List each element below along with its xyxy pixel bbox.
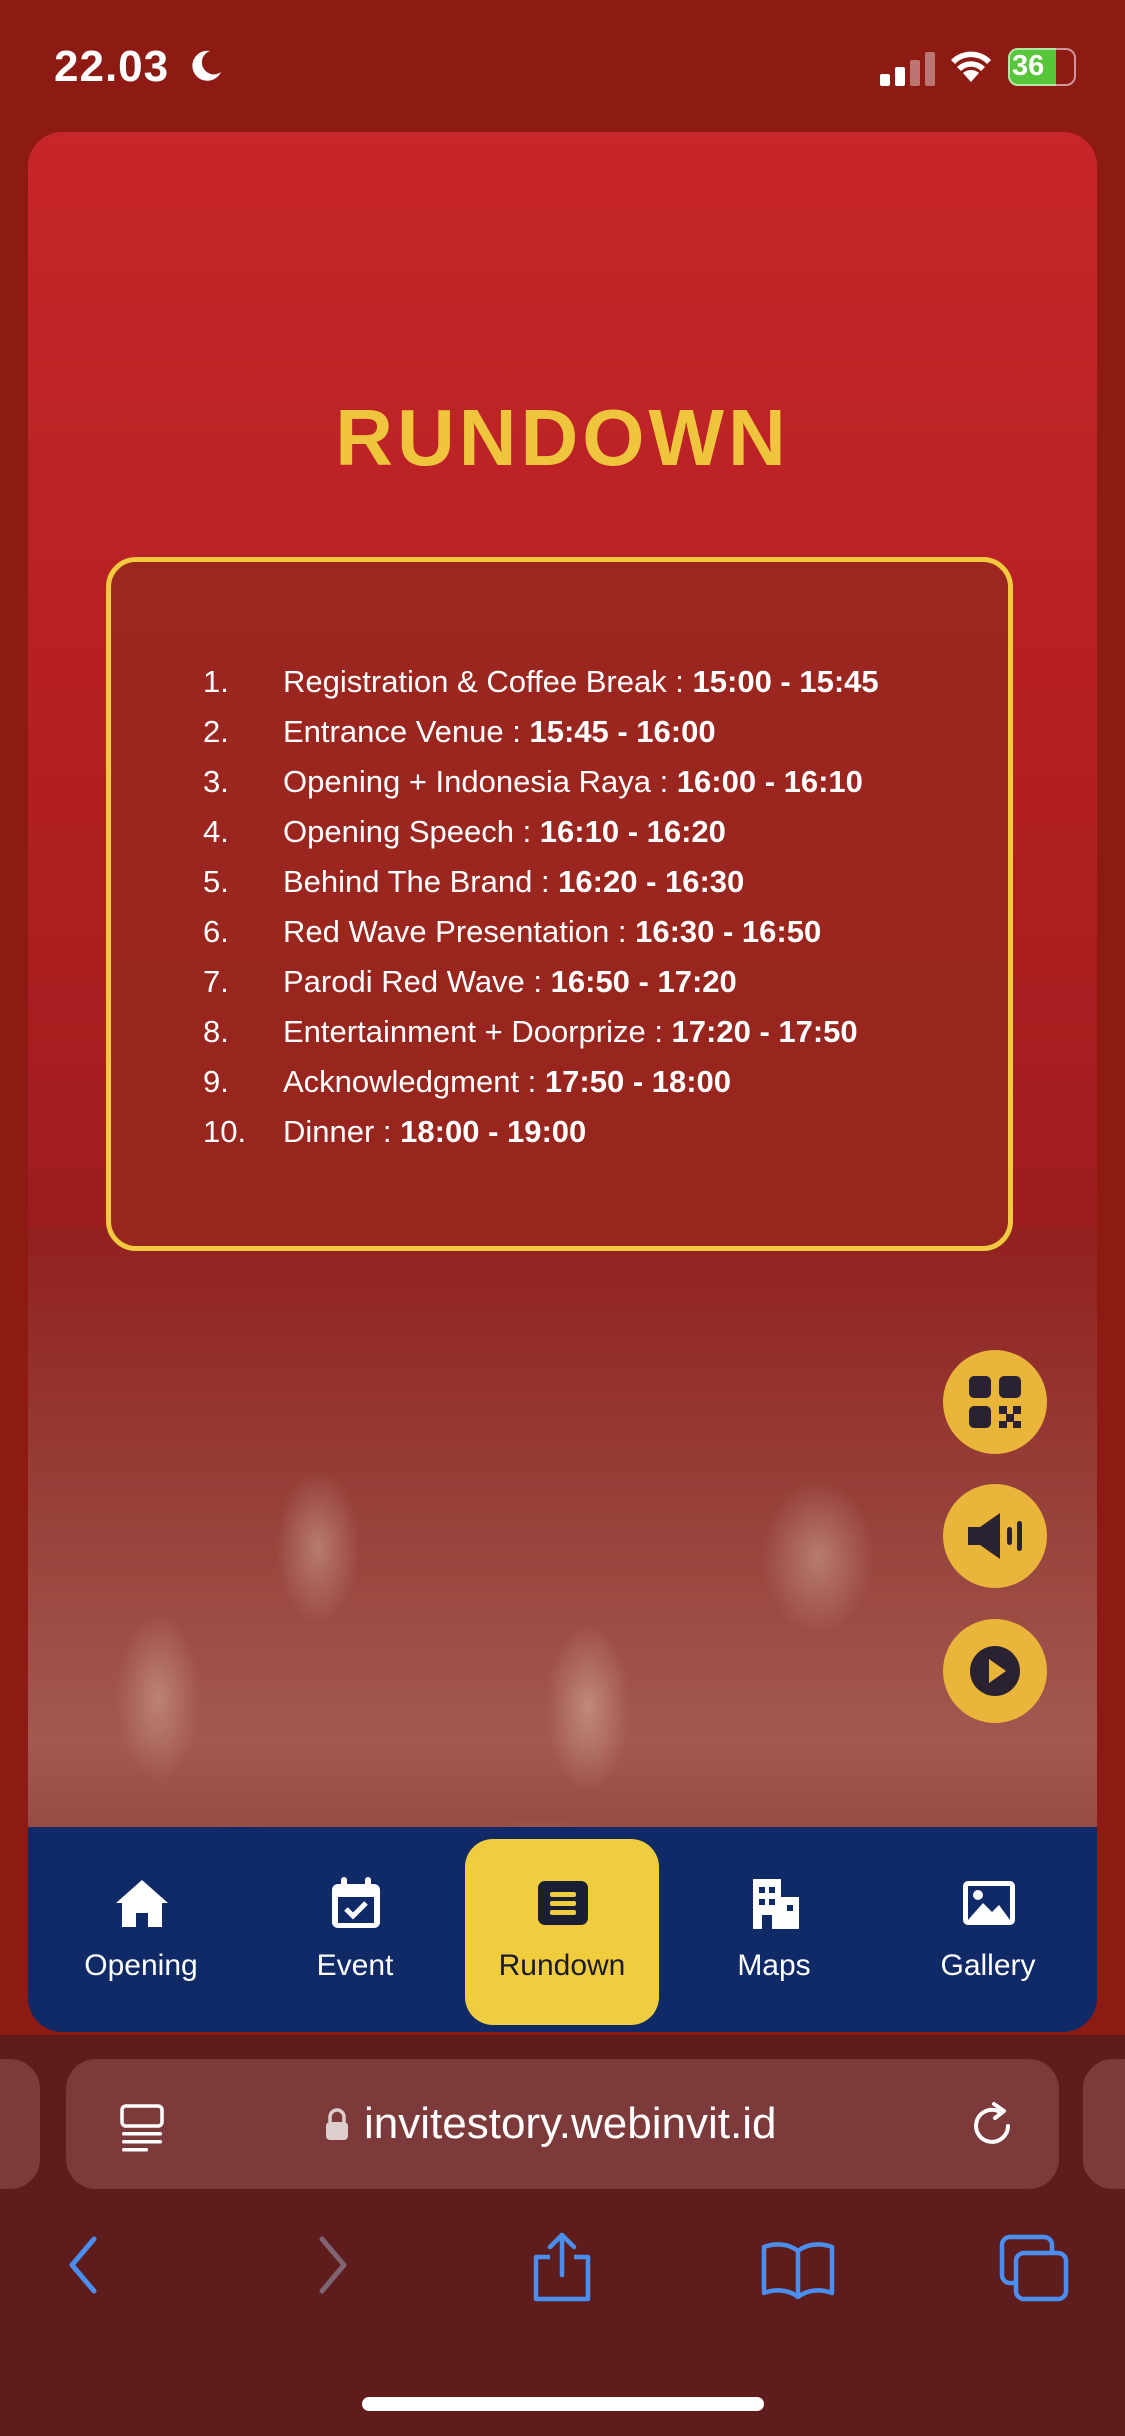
nav-opening[interactable]: Opening	[46, 1827, 236, 2032]
image-icon	[963, 1881, 1015, 1925]
home-indicator	[362, 2397, 764, 2411]
nav-label: Event	[316, 1949, 394, 1982]
schedule-item: 7. Parodi Red Wave : 16:50 - 17:20	[203, 964, 737, 999]
page-title: RUNDOWN	[335, 393, 790, 482]
nav-maps[interactable]: Maps	[679, 1827, 869, 2032]
schedule-item: 1. Registration & Coffee Break : 15:00 - …	[203, 664, 879, 699]
wifi-icon	[951, 51, 991, 82]
invitation-card: RUNDOWN 1. Registration & Coffee Break : …	[28, 132, 1097, 2032]
bottom-nav: Opening Event Rundown Maps Gallery	[28, 1827, 1097, 2032]
nav-label: Rundown	[498, 1949, 626, 1982]
status-time: 22.03	[54, 42, 170, 91]
list-icon	[538, 1881, 588, 1925]
previous-tab-preview[interactable]	[0, 2059, 40, 2189]
speaker-icon	[968, 1513, 1022, 1559]
bookmarks-icon[interactable]	[760, 2239, 836, 2299]
schedule-item: 5. Behind The Brand : 16:20 - 16:30	[203, 864, 745, 899]
nav-label: Gallery	[940, 1949, 1036, 1982]
play-button[interactable]	[943, 1619, 1047, 1723]
calendar-check-icon	[332, 1877, 380, 1928]
schedule-item: 4. Opening Speech : 16:10 - 16:20	[203, 814, 726, 849]
play-icon	[970, 1646, 1020, 1696]
nav-label: Maps	[737, 1949, 811, 1982]
nav-label: Opening	[84, 1949, 198, 1982]
battery-level: 36	[1012, 50, 1045, 82]
schedule-item: 9. Acknowledgment : 17:50 - 18:00	[203, 1064, 732, 1099]
back-icon[interactable]	[64, 2235, 104, 2295]
lock-icon	[326, 2108, 348, 2140]
battery-indicator: 36	[1008, 48, 1076, 86]
signal-icon	[880, 52, 935, 86]
schedule-item: 6. Red Wave Presentation : 16:30 - 16:50	[203, 914, 822, 949]
status-bar: 22.03 36	[0, 0, 1125, 130]
nav-gallery[interactable]: Gallery	[893, 1827, 1083, 2032]
schedule-item: 8. Entertainment + Doorprize : 17:20 - 17…	[203, 1014, 858, 1049]
qr-code-icon	[969, 1376, 1021, 1428]
nav-event[interactable]: Event	[260, 1827, 450, 2032]
sound-toggle-button[interactable]	[943, 1484, 1047, 1588]
building-icon	[753, 1879, 799, 1929]
home-icon	[116, 1880, 168, 1927]
address-bar[interactable]: invitestory.webinvit.id	[66, 2059, 1059, 2189]
schedule-item: 3. Opening + Indonesia Raya : 16:00 - 16:…	[203, 764, 863, 799]
browser-chrome: invitestory.webinvit.id	[0, 2035, 1125, 2436]
schedule-list: 1. Registration & Coffee Break : 15:00 - …	[203, 664, 879, 1164]
share-icon[interactable]	[530, 2231, 594, 2303]
schedule-item: 2. Entrance Venue : 15:45 - 16:00	[203, 714, 716, 749]
next-tab-preview[interactable]	[1083, 2059, 1125, 2189]
schedule-item: 10. Dinner : 18:00 - 19:00	[203, 1114, 587, 1149]
tabs-icon[interactable]	[998, 2233, 1070, 2303]
moon-icon	[192, 50, 221, 81]
schedule-box: 1. Registration & Coffee Break : 15:00 - …	[106, 557, 1013, 1251]
url-text: invitestory.webinvit.id	[364, 2099, 777, 2148]
nav-rundown[interactable]: Rundown	[465, 1839, 659, 2025]
reload-icon[interactable]	[968, 2101, 1018, 2151]
reader-mode-icon[interactable]	[118, 2103, 168, 2153]
qr-code-button[interactable]	[943, 1350, 1047, 1454]
forward-icon[interactable]	[312, 2235, 352, 2295]
